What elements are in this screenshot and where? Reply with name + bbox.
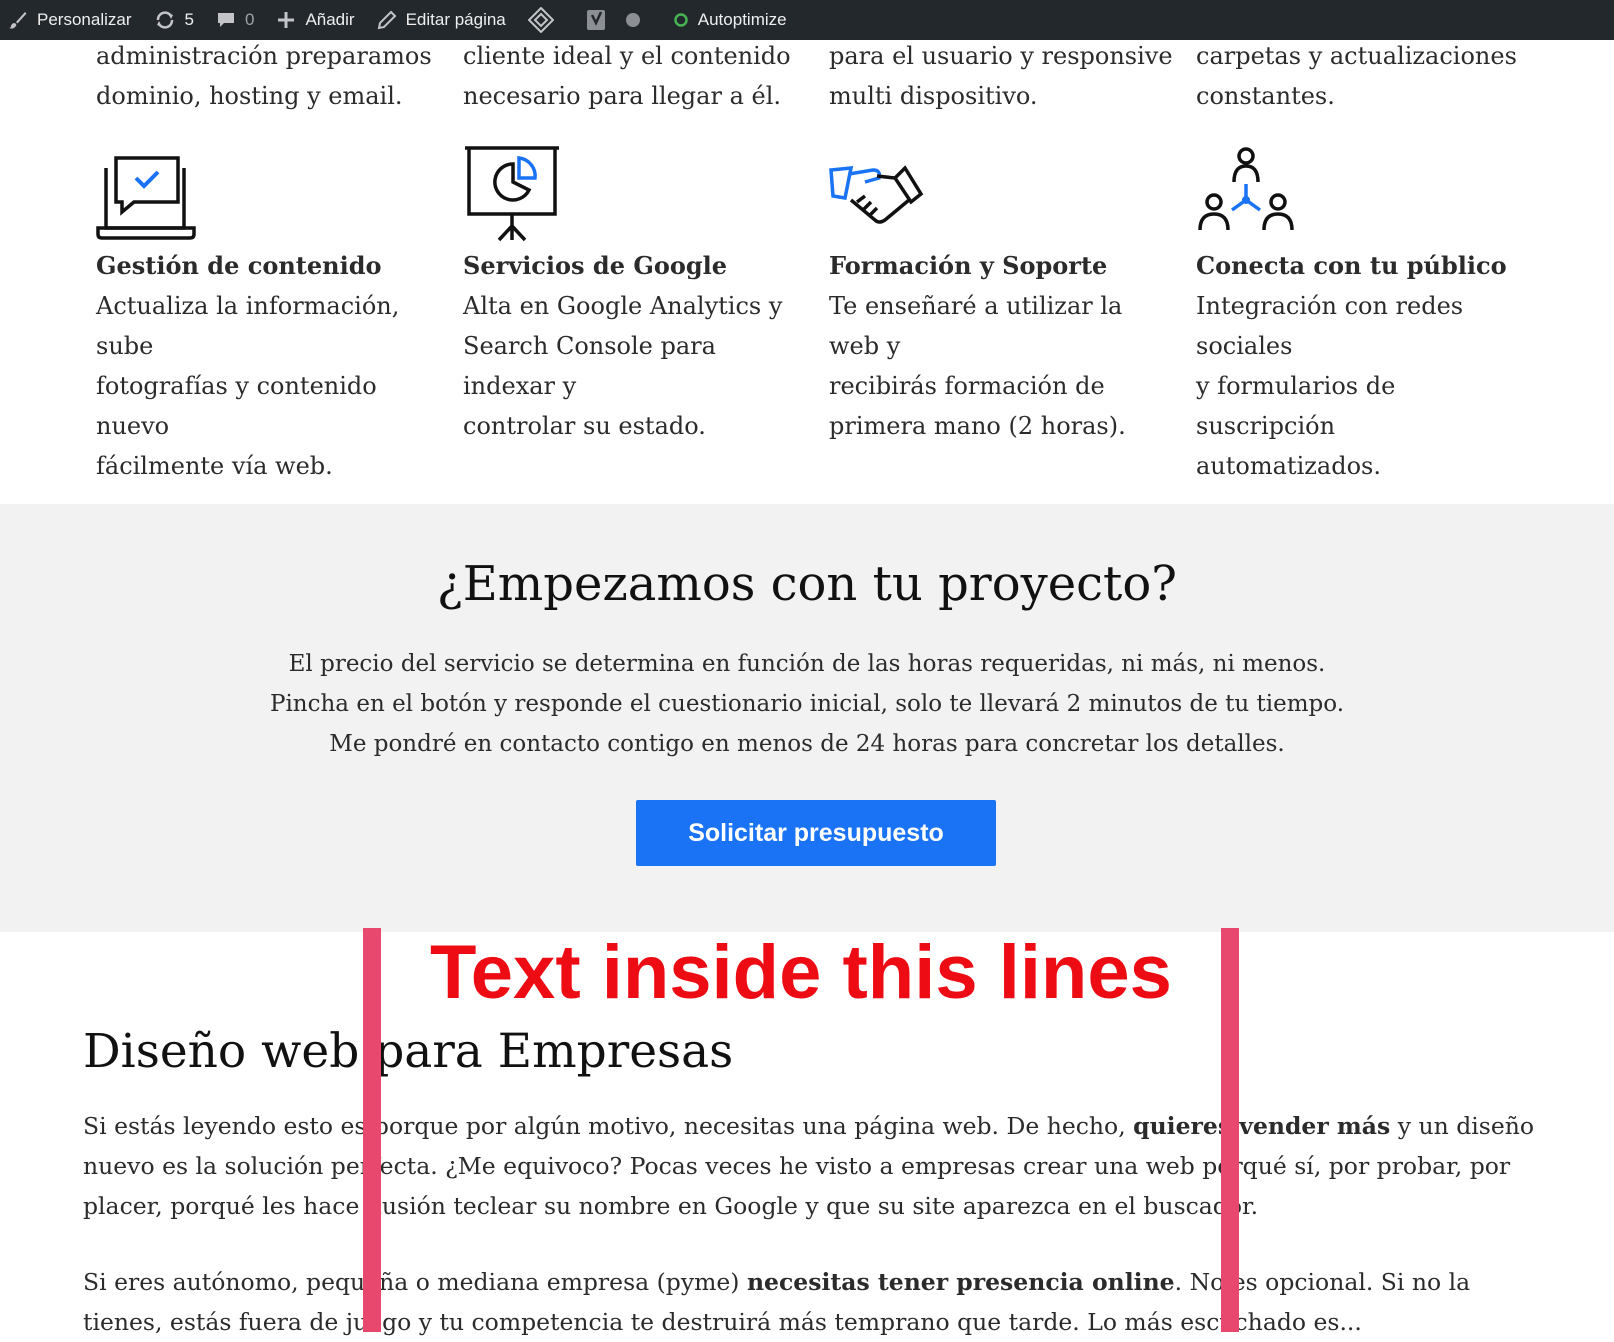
cta-line: Me pondré en contacto contigo en menos d… <box>329 731 1285 757</box>
comment-icon <box>217 13 234 27</box>
autoptimize-label: Autoptimize <box>697 10 787 29</box>
feature-line: primera mano (2 horas). <box>829 412 1126 440</box>
presentation-chart-icon <box>465 146 559 242</box>
updates-count: 5 <box>184 10 194 29</box>
text-line: multi dispositivo. <box>829 82 1038 110</box>
annotation-left-line <box>363 928 381 1332</box>
service-text-2: cliente ideal y el contenido necesario p… <box>463 36 808 116</box>
laptop-chat-icon <box>96 156 196 240</box>
customize-link[interactable]: Personalizar <box>8 0 132 40</box>
autoptimize-link[interactable]: Autoptimize <box>673 0 787 40</box>
add-new-label: Añadir <box>305 10 355 29</box>
feature-title: Gestión de contenido <box>96 251 382 280</box>
status-dot-icon <box>625 13 640 27</box>
text-line: carpetas y actualizaciones <box>1196 42 1517 70</box>
article-title: Diseño web para Empresas <box>83 1024 734 1079</box>
cta-title: ¿Empezamos con tu proyecto? <box>437 556 1177 612</box>
article-paragraph-2: Si eres autónomo, pequeña o mediana empr… <box>83 1262 1543 1342</box>
network-people-icon <box>1198 147 1294 231</box>
text-line: dominio, hosting y email. <box>96 82 403 110</box>
cta-line: Pincha en el botón y responde el cuestio… <box>269 691 1345 717</box>
annotation-right-line <box>1221 928 1239 1332</box>
add-new-link[interactable]: Añadir <box>276 0 355 40</box>
feature-line: recibirás formación de <box>829 372 1105 400</box>
text-line: cliente ideal y el contenido <box>463 42 791 70</box>
feature-line: Alta en Google Analytics y <box>463 292 783 320</box>
feature-title: Servicios de Google <box>463 251 727 280</box>
service-text-1: administración preparamos dominio, hosti… <box>96 36 441 116</box>
cta-description: El precio del servicio se determina en f… <box>0 644 1614 764</box>
text-line: constantes. <box>1196 82 1335 110</box>
text-line: necesario para llegar a él. <box>463 82 782 110</box>
feature-line: fotografías y contenido nuevo <box>96 372 377 440</box>
refresh-icon <box>156 11 173 29</box>
yoast-icon <box>586 10 605 30</box>
status-ring-icon <box>674 13 688 27</box>
feature-line: controlar su estado. <box>463 412 706 440</box>
feature-training-support: Formación y Soporte Te enseñaré a utiliz… <box>829 150 1174 446</box>
comments-link[interactable]: 0 <box>216 0 254 40</box>
text-line: administración preparamos <box>96 42 432 70</box>
handshake-icon <box>829 165 924 224</box>
cta-section: ¿Empezamos con tu proyecto? El precio de… <box>0 504 1614 932</box>
feature-line: y formularios de suscripción <box>1196 372 1396 440</box>
diamond-icon <box>527 7 554 33</box>
text-line: para el usuario y responsive <box>829 42 1173 70</box>
feature-title: Formación y Soporte <box>829 251 1108 280</box>
annotation-label: Text inside this lines <box>430 930 1172 1015</box>
text-run: Si eres autónomo, pequeña o mediana empr… <box>83 1268 747 1296</box>
admin-bar: Personalizar 5 0 Añadir Editar página Au… <box>0 0 1614 40</box>
customize-label: Personalizar <box>37 10 132 29</box>
yoast-seo-link[interactable] <box>585 0 651 40</box>
article-paragraph-1: Si estás leyendo esto es porque por algú… <box>83 1106 1543 1226</box>
edit-page-label: Editar página <box>405 10 506 29</box>
diamond-plugin-link[interactable] <box>527 0 563 40</box>
feature-google-services: Servicios de Google Alta en Google Analy… <box>463 146 808 446</box>
plus-icon <box>278 12 295 28</box>
feature-connect-audience: Conecta con tu público Integración con r… <box>1196 147 1541 486</box>
bold-text: quieres vender más <box>1133 1112 1391 1140</box>
feature-line: fácilmente vía web. <box>96 452 333 480</box>
request-quote-button[interactable]: Solicitar presupuesto <box>636 800 996 866</box>
feature-line: Te enseñaré a utilizar la web y <box>829 292 1123 360</box>
feature-title: Conecta con tu público <box>1196 251 1507 280</box>
service-text-4: carpetas y actualizaciones constantes. <box>1196 36 1541 116</box>
cta-line: El precio del servicio se determina en f… <box>288 651 1326 677</box>
text-run: Si estás leyendo esto es porque por algú… <box>83 1112 1134 1140</box>
brush-icon <box>9 12 27 29</box>
article-section: Diseño web para Empresas Si estás leyend… <box>83 1020 1543 1342</box>
service-text-3: para el usuario y responsive multi dispo… <box>829 36 1174 116</box>
feature-line: automatizados. <box>1196 452 1381 480</box>
comments-count: 0 <box>244 10 255 29</box>
feature-line: Integración con redes sociales <box>1196 292 1464 360</box>
edit-page-link[interactable]: Editar página <box>377 0 506 40</box>
bold-text: necesitas tener presencia online <box>746 1268 1175 1296</box>
feature-content-management: Gestión de contenido Actualiza la inform… <box>96 150 441 486</box>
feature-line: Search Console para indexar y <box>463 332 716 400</box>
feature-line: Actualiza la información, sube <box>96 292 400 360</box>
pencil-icon <box>377 10 396 30</box>
updates-link[interactable]: 5 <box>154 0 194 40</box>
